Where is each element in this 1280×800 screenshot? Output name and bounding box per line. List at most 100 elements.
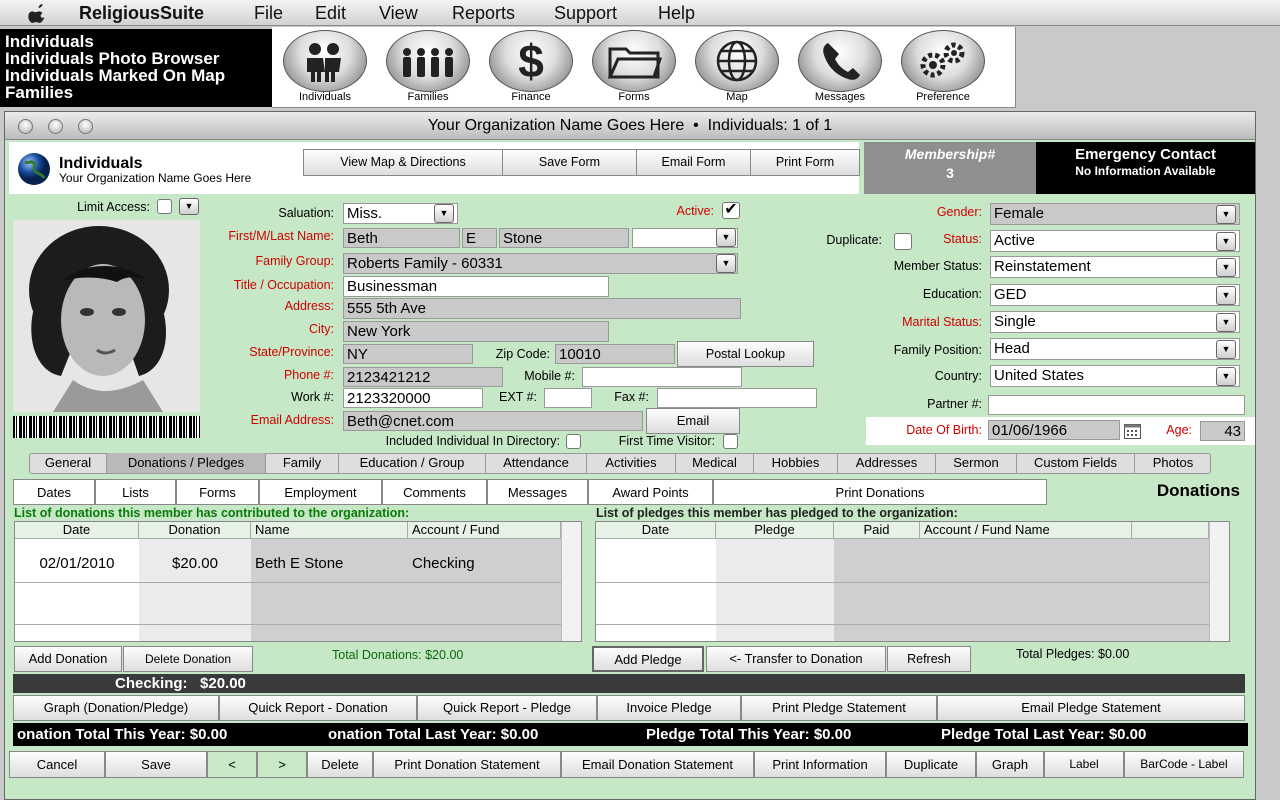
- first-time-visitor-checkbox[interactable]: [723, 434, 738, 449]
- calendar-icon[interactable]: [1124, 423, 1141, 439]
- family-position-dropdown[interactable]: ▼: [1216, 340, 1236, 359]
- email-button[interactable]: Email: [646, 408, 740, 434]
- marital-status-field[interactable]: Single: [990, 311, 1240, 333]
- tab-activities[interactable]: Activities: [587, 453, 676, 473]
- status-field[interactable]: Active: [990, 230, 1240, 252]
- education-dropdown[interactable]: ▼: [1216, 286, 1236, 305]
- tab-photos[interactable]: Photos: [1135, 453, 1211, 473]
- apple-icon[interactable]: [28, 3, 48, 23]
- quick-link-individuals[interactable]: Individuals: [5, 33, 267, 50]
- gender-field[interactable]: Female: [990, 203, 1240, 225]
- toolbar-map[interactable]: Map: [689, 30, 785, 106]
- pledges-scrollbar[interactable]: [1209, 522, 1229, 641]
- col-paid[interactable]: Paid: [834, 522, 920, 539]
- save-form-button[interactable]: Save Form: [502, 149, 637, 176]
- menu-file[interactable]: File: [254, 3, 283, 24]
- phone-field[interactable]: 2123421212: [343, 367, 503, 387]
- col-account-fund-name[interactable]: Account / Fund Name: [920, 522, 1132, 539]
- subtab-forms[interactable]: Forms: [176, 479, 259, 505]
- subtab-print-donations[interactable]: Print Donations: [713, 479, 1047, 505]
- tab-sermon[interactable]: Sermon: [936, 453, 1017, 473]
- work-field[interactable]: 2123320000: [343, 388, 483, 408]
- menu-reports[interactable]: Reports: [452, 3, 515, 24]
- tab-education-group[interactable]: Education / Group: [339, 453, 486, 473]
- graph-button[interactable]: Graph: [976, 751, 1044, 778]
- middle-initial-field[interactable]: E: [462, 228, 497, 248]
- tab-hobbies[interactable]: Hobbies: [754, 453, 838, 473]
- limit-access-dropdown[interactable]: ▼: [179, 198, 199, 215]
- dob-field[interactable]: 01/06/1966: [988, 420, 1120, 440]
- col-pledge[interactable]: Pledge: [716, 522, 834, 539]
- delete-button[interactable]: Delete: [307, 751, 373, 778]
- graph-donation-pledge-button[interactable]: Graph (Donation/Pledge): [13, 695, 219, 721]
- state-field[interactable]: NY: [343, 344, 473, 364]
- tab-family[interactable]: Family: [266, 453, 339, 473]
- quick-link-marked-on-map[interactable]: Individuals Marked On Map: [5, 67, 267, 84]
- col-date[interactable]: Date: [15, 522, 139, 539]
- toolbar-families[interactable]: Families: [380, 30, 476, 106]
- menu-help[interactable]: Help: [658, 3, 695, 24]
- subtab-messages[interactable]: Messages: [487, 479, 588, 505]
- print-information-button[interactable]: Print Information: [754, 751, 886, 778]
- print-donation-statement-button[interactable]: Print Donation Statement: [373, 751, 561, 778]
- barcode-label-button[interactable]: BarCode - Label: [1124, 751, 1244, 778]
- partner-field[interactable]: [988, 395, 1245, 415]
- toolbar-forms[interactable]: Forms: [586, 30, 682, 106]
- toolbar-messages[interactable]: Messages: [792, 30, 888, 106]
- subtab-dates[interactable]: Dates: [13, 479, 95, 505]
- family-group-dropdown[interactable]: ▼: [716, 254, 736, 273]
- tab-attendance[interactable]: Attendance: [486, 453, 587, 473]
- zip-field[interactable]: 10010: [555, 344, 675, 364]
- mobile-field[interactable]: [582, 367, 742, 387]
- add-donation-button[interactable]: Add Donation: [14, 646, 122, 672]
- add-pledge-button[interactable]: Add Pledge: [592, 646, 704, 672]
- status-dropdown[interactable]: ▼: [1216, 232, 1236, 251]
- col-name[interactable]: Name: [251, 522, 408, 539]
- menu-support[interactable]: Support: [554, 3, 617, 24]
- col-pledge-date[interactable]: Date: [596, 522, 716, 539]
- ext-field[interactable]: [544, 388, 592, 408]
- print-pledge-statement-button[interactable]: Print Pledge Statement: [741, 695, 937, 721]
- toolbar-preference[interactable]: Preference: [895, 30, 991, 106]
- previous-record-button[interactable]: <: [207, 751, 257, 778]
- education-field[interactable]: GED: [990, 284, 1240, 306]
- email-donation-statement-button[interactable]: Email Donation Statement: [561, 751, 754, 778]
- directory-checkbox[interactable]: [566, 434, 581, 449]
- toolbar-finance[interactable]: $ Finance: [483, 30, 579, 106]
- next-record-button[interactable]: >: [257, 751, 307, 778]
- suffix-dropdown[interactable]: ▼: [716, 228, 736, 247]
- member-status-field[interactable]: Reinstatement: [990, 256, 1240, 278]
- quick-link-families[interactable]: Families: [5, 84, 267, 101]
- family-group-field[interactable]: Roberts Family - 60331: [343, 253, 738, 274]
- postal-lookup-button[interactable]: Postal Lookup: [677, 341, 814, 367]
- active-checkbox[interactable]: ✔: [722, 202, 740, 219]
- menu-edit[interactable]: Edit: [315, 3, 346, 24]
- toolbar-individuals[interactable]: Individuals: [277, 30, 373, 106]
- city-field[interactable]: New York: [343, 321, 609, 342]
- donations-scrollbar[interactable]: [561, 522, 581, 641]
- country-field[interactable]: United States: [990, 365, 1240, 387]
- cancel-button[interactable]: Cancel: [9, 751, 105, 778]
- last-name-field[interactable]: Stone: [499, 228, 629, 248]
- app-name[interactable]: ReligiousSuite: [79, 3, 204, 24]
- gender-dropdown[interactable]: ▼: [1216, 205, 1236, 224]
- subtab-comments[interactable]: Comments: [382, 479, 487, 505]
- family-position-field[interactable]: Head: [990, 338, 1240, 360]
- tab-general[interactable]: General: [30, 453, 107, 473]
- view-map-directions-button[interactable]: View Map & Directions: [303, 149, 503, 176]
- quick-report-donation-button[interactable]: Quick Report - Donation: [219, 695, 417, 721]
- quick-link-photo-browser[interactable]: Individuals Photo Browser: [5, 50, 267, 67]
- email-form-button[interactable]: Email Form: [636, 149, 751, 176]
- delete-donation-button[interactable]: Delete Donation: [123, 646, 253, 672]
- first-name-field[interactable]: Beth: [343, 228, 460, 248]
- subtab-award-points[interactable]: Award Points: [588, 479, 713, 505]
- col-extra[interactable]: [1132, 522, 1209, 539]
- country-dropdown[interactable]: ▼: [1216, 367, 1236, 386]
- duplicate-button[interactable]: Duplicate: [886, 751, 976, 778]
- menu-view[interactable]: View: [379, 3, 418, 24]
- fax-field[interactable]: [657, 388, 817, 408]
- tab-addresses[interactable]: Addresses: [838, 453, 936, 473]
- col-account-fund[interactable]: Account / Fund: [408, 522, 561, 539]
- refresh-button[interactable]: Refresh: [887, 646, 971, 672]
- title-occupation-field[interactable]: Businessman: [343, 276, 609, 297]
